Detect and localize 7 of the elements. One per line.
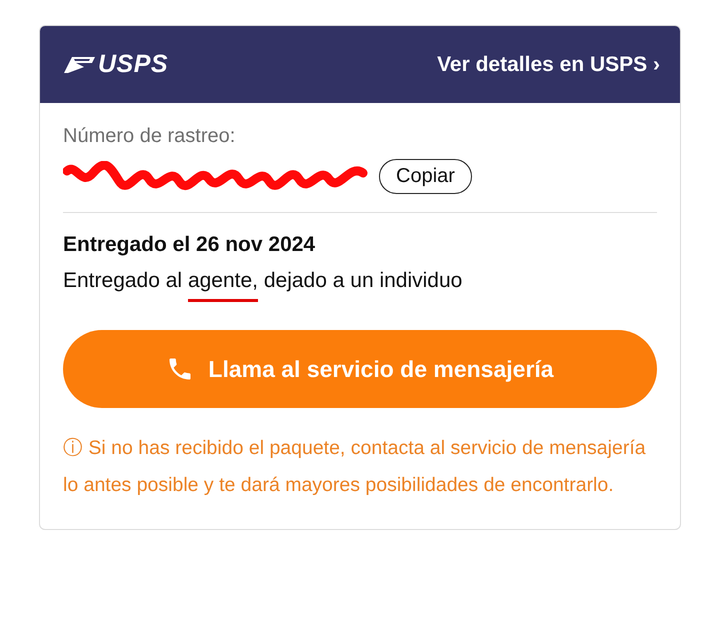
- details-link[interactable]: Ver detalles en USPS ›: [437, 52, 660, 76]
- tracking-label: Número de rastreo:: [63, 125, 236, 148]
- notice-text: ⓘ Si no has recibido el paquete, contacta al servicio de mensajería lo antes posible y te dará mayores posibilidades de encontrarlo.: [63, 436, 647, 498]
- delivery-date: Entregado el 26 nov 2024: [63, 233, 316, 257]
- copy-button[interactable]: Copiar: [379, 158, 472, 194]
- brand-name: USPS: [98, 50, 168, 79]
- delivery-status: Entregado al agente, dejado a un individuo: [63, 269, 657, 302]
